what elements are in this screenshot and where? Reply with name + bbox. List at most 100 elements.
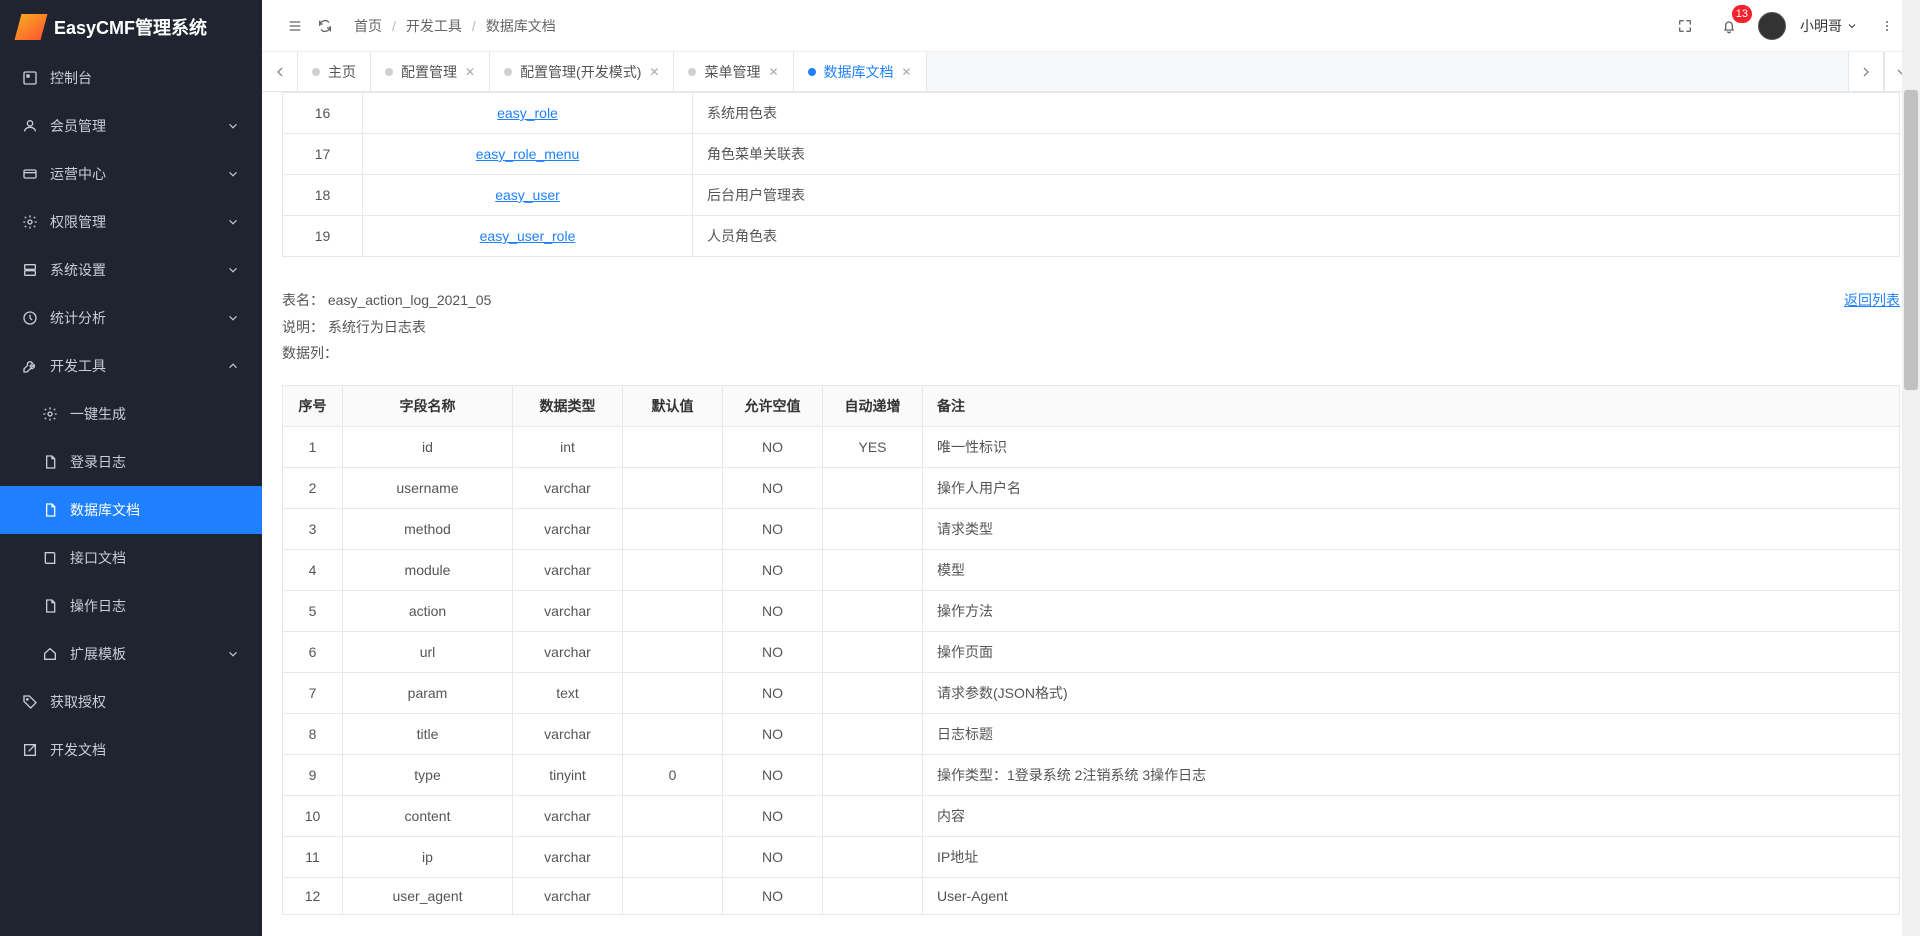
col-index: 3	[283, 508, 343, 549]
col-type: varchar	[513, 713, 623, 754]
chevron-down-icon	[226, 311, 240, 325]
col-default	[623, 426, 723, 467]
table-name-link[interactable]: easy_user	[495, 187, 560, 203]
logo-icon	[15, 14, 48, 40]
tab-label: 菜单管理	[704, 62, 760, 82]
breadcrumb-item[interactable]: 开发工具	[402, 16, 466, 36]
sidebar-item-13[interactable]: 获取授权	[0, 678, 262, 726]
col-ai: YES	[823, 426, 923, 467]
tab-close-button[interactable]: ✕	[465, 65, 475, 79]
col-ai	[823, 590, 923, 631]
scrollbar-track[interactable]	[1902, 0, 1920, 936]
tab-close-button[interactable]: ✕	[649, 65, 659, 79]
tab-4[interactable]: 数据库文档✕	[794, 52, 927, 91]
col-remark: User-Agent	[923, 877, 1900, 914]
tables-list-table: 16 easy_role 系统用色表17 easy_role_menu 角色菜单…	[282, 92, 1900, 257]
table-desc-cell: 后台用户管理表	[693, 175, 1900, 216]
table-desc-label: 说明：	[282, 319, 324, 335]
col-header: 默认值	[623, 385, 723, 426]
sidebar-item-10[interactable]: 接口文档	[0, 534, 262, 582]
col-header: 自动递增	[823, 385, 923, 426]
columns-table: 序号字段名称数据类型默认值允许空值自动递增备注1 id int NO YES 唯…	[282, 385, 1900, 915]
col-header: 序号	[283, 385, 343, 426]
col-default	[623, 590, 723, 631]
scrollbar-thumb[interactable]	[1904, 90, 1918, 390]
col-ai	[823, 672, 923, 713]
sidebar-item-label: 获取授权	[50, 692, 106, 712]
tab-2[interactable]: 配置管理(开发模式)✕	[490, 52, 674, 91]
notification-button[interactable]: 13	[1714, 11, 1744, 41]
app-logo[interactable]: EasyCMF管理系统	[0, 0, 262, 54]
sidebar-item-7[interactable]: 一键生成	[0, 390, 262, 438]
table-desc-cell: 系统用色表	[693, 93, 1900, 134]
col-type: text	[513, 672, 623, 713]
sidebar-item-label: 会员管理	[50, 116, 106, 136]
sidebar-item-label: 控制台	[50, 68, 92, 88]
sidebar-item-6[interactable]: 开发工具	[0, 342, 262, 390]
col-remark: 操作页面	[923, 631, 1900, 672]
row-index: 16	[283, 93, 363, 134]
doc-icon	[42, 454, 58, 470]
table-name-link[interactable]: easy_role	[497, 105, 558, 121]
main-area: 首页/开发工具/数据库文档 13 小明哥 主页配置管理✕配置管理(开发模式)✕菜…	[262, 0, 1920, 936]
tabs-container: 主页配置管理✕配置管理(开发模式)✕菜单管理✕数据库文档✕	[298, 52, 1848, 91]
sidebar-item-3[interactable]: 权限管理	[0, 198, 262, 246]
table-row: 2 username varchar NO 操作人用户名	[283, 467, 1900, 508]
breadcrumb-item[interactable]: 首页	[350, 16, 386, 36]
col-default	[623, 672, 723, 713]
card-icon	[22, 166, 38, 182]
sidebar-item-9[interactable]: 数据库文档	[0, 486, 262, 534]
tab-close-button[interactable]: ✕	[768, 65, 778, 79]
table-row: 10 content varchar NO 内容	[283, 795, 1900, 836]
sidebar-item-14[interactable]: 开发文档	[0, 726, 262, 774]
dashboard-icon	[22, 70, 38, 86]
col-header: 允许空值	[723, 385, 823, 426]
col-null: NO	[723, 508, 823, 549]
col-default	[623, 713, 723, 754]
sidebar-item-8[interactable]: 登录日志	[0, 438, 262, 486]
col-default	[623, 877, 723, 914]
sidebar-item-0[interactable]: 控制台	[0, 54, 262, 102]
sidebar-item-2[interactable]: 运营中心	[0, 150, 262, 198]
refresh-button[interactable]	[310, 11, 340, 41]
tab-0[interactable]: 主页	[298, 52, 371, 91]
tab-3[interactable]: 菜单管理 ✕	[674, 52, 793, 91]
sidebar-item-4[interactable]: 系统设置	[0, 246, 262, 294]
tabs-next-button[interactable]	[1848, 52, 1884, 91]
col-type: varchar	[513, 795, 623, 836]
tabs-prev-button[interactable]	[262, 52, 298, 91]
col-index: 12	[283, 877, 343, 914]
table-name-cell: easy_user	[363, 175, 693, 216]
col-header: 备注	[923, 385, 1900, 426]
chevron-down-icon	[226, 263, 240, 277]
table-row: 7 param text NO 请求参数(JSON格式)	[283, 672, 1900, 713]
sidebar-item-label: 数据库文档	[70, 500, 140, 520]
user-menu[interactable]: 小明哥	[1800, 16, 1858, 36]
table-name-link[interactable]: easy_user_role	[480, 228, 576, 244]
sidebar-item-12[interactable]: 扩展模板	[0, 630, 262, 678]
back-to-list-link[interactable]: 返回列表	[1844, 287, 1900, 314]
chevron-down-icon	[226, 167, 240, 181]
tab-close-button[interactable]: ✕	[902, 65, 912, 79]
col-ai	[823, 877, 923, 914]
menu-fold-button[interactable]	[280, 11, 310, 41]
sidebar-item-5[interactable]: 统计分析	[0, 294, 262, 342]
home-icon	[42, 646, 58, 662]
content-area[interactable]: 16 easy_role 系统用色表17 easy_role_menu 角色菜单…	[262, 92, 1920, 936]
col-ai	[823, 836, 923, 877]
col-field: type	[343, 754, 513, 795]
fullscreen-button[interactable]	[1670, 11, 1700, 41]
sidebar-item-11[interactable]: 操作日志	[0, 582, 262, 630]
sidebar-item-1[interactable]: 会员管理	[0, 102, 262, 150]
table-desc-value: 系统行为日志表	[328, 319, 426, 335]
more-button[interactable]	[1872, 11, 1902, 41]
chevron-down-icon	[1846, 20, 1858, 32]
col-type: varchar	[513, 631, 623, 672]
avatar[interactable]	[1758, 12, 1786, 40]
table-name-link[interactable]: easy_role_menu	[476, 146, 580, 162]
col-index: 2	[283, 467, 343, 508]
breadcrumb-item[interactable]: 数据库文档	[482, 16, 560, 36]
clock-icon	[22, 310, 38, 326]
table-desc-cell: 角色菜单关联表	[693, 134, 1900, 175]
tab-1[interactable]: 配置管理✕	[371, 52, 490, 91]
